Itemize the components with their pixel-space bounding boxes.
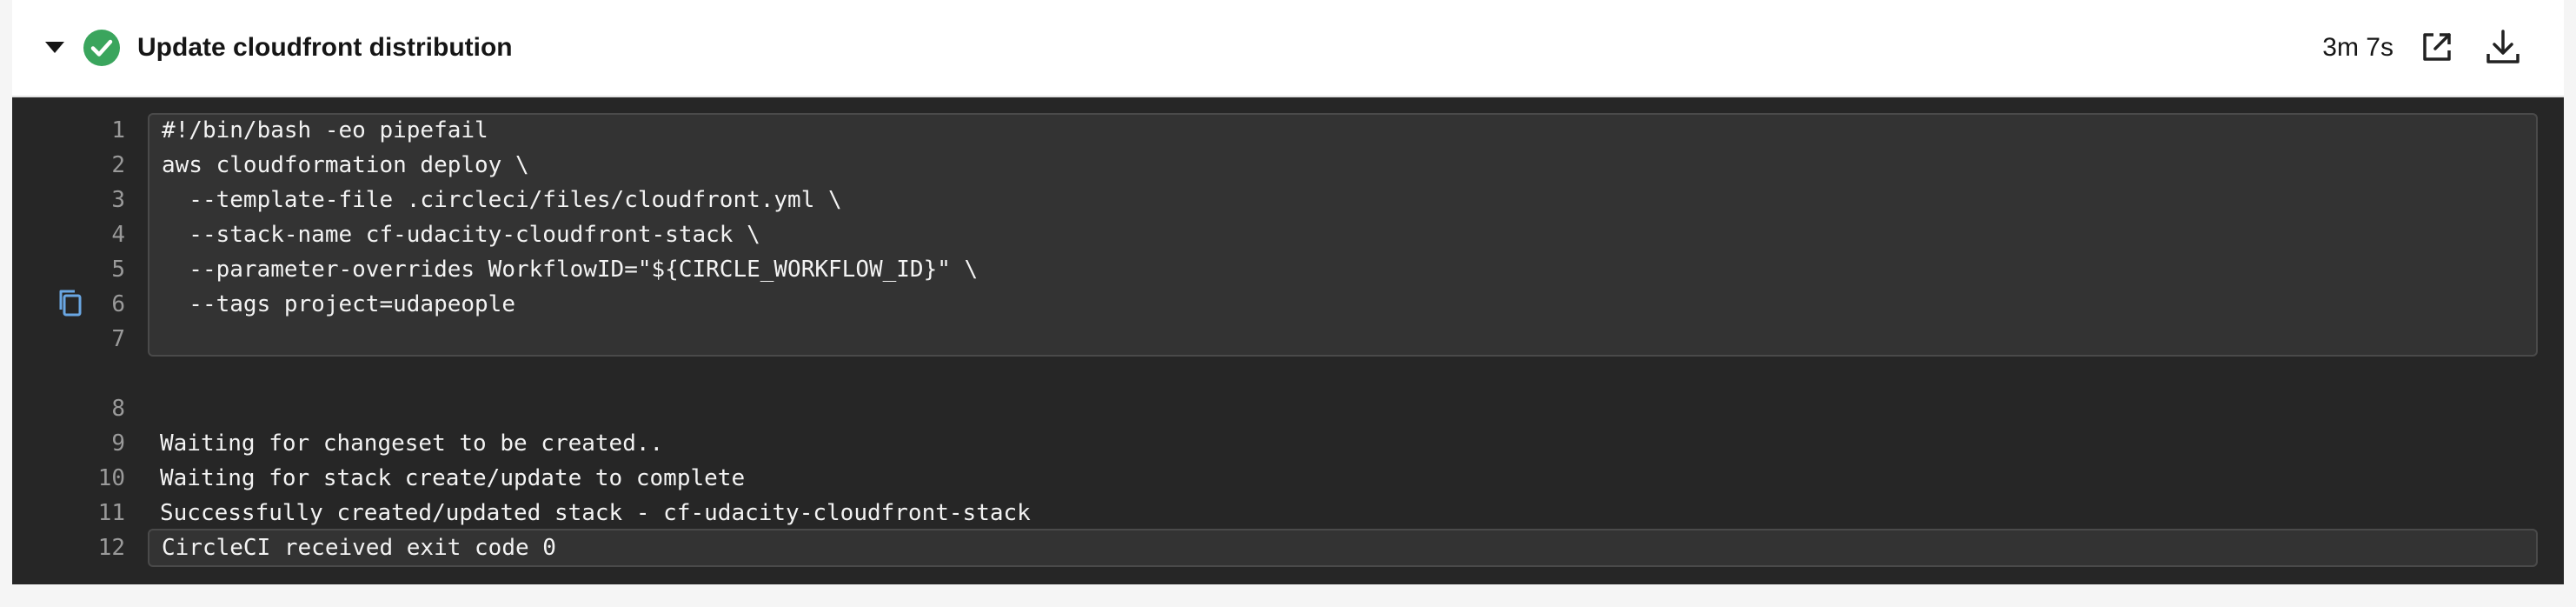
line-number: 10	[97, 465, 125, 491]
caret-down-icon[interactable]	[45, 42, 64, 53]
line-number: 2	[111, 152, 125, 178]
line-number: 1	[111, 117, 125, 143]
download-icon[interactable]	[2482, 26, 2524, 68]
line-number: 7	[111, 326, 125, 352]
line-number: 3	[111, 187, 125, 213]
output-line: CircleCI received exit code 0	[162, 535, 556, 561]
output-line: --template-file .circleci/files/cloudfro…	[162, 187, 842, 213]
output-line: Waiting for changeset to be created..	[160, 430, 664, 457]
line-number: 11	[97, 500, 125, 526]
output-line: Waiting for stack create/update to compl…	[160, 465, 746, 491]
step-title: Update cloudfront distribution	[137, 33, 513, 62]
line-number: 6	[111, 291, 125, 317]
output-line: --parameter-overrides WorkflowID="${CIRC…	[162, 257, 979, 283]
line-number: 9	[111, 430, 125, 457]
check-circle-icon	[83, 30, 120, 66]
output-line: Successfully created/updated stack - cf-…	[160, 500, 1031, 526]
output-line: --stack-name cf-udacity-cloudfront-stack…	[162, 222, 760, 248]
step-duration: 3m 7s	[2322, 33, 2393, 62]
output-line: #!/bin/bash -eo pipefail	[162, 117, 488, 143]
step-panel: Update cloudfront distribution 3m 7s 1 #…	[12, 0, 2564, 584]
line-number: 12	[97, 535, 125, 561]
output-line: --tags project=udapeople	[162, 291, 515, 317]
line-number: 4	[111, 222, 125, 248]
line-number: 8	[111, 396, 125, 422]
external-link-icon[interactable]	[2416, 26, 2458, 68]
line-number: 5	[111, 257, 125, 283]
step-output-terminal: 1 #!/bin/bash -eo pipefail 2 aws cloudfo…	[12, 97, 2564, 584]
output-line: aws cloudformation deploy \	[162, 152, 529, 178]
step-header[interactable]: Update cloudfront distribution 3m 7s	[12, 0, 2564, 97]
